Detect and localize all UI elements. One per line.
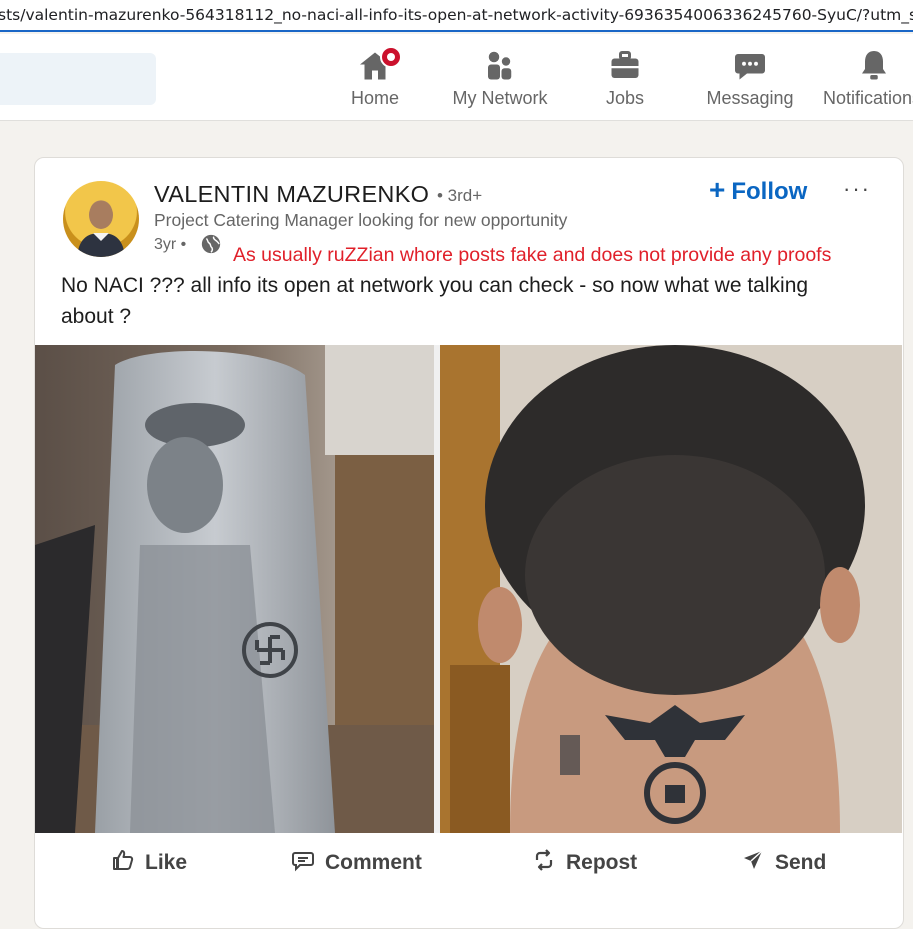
- address-bar-underline: [0, 30, 913, 32]
- nav-my-network-label: My Network: [452, 88, 548, 108]
- repost-button[interactable]: Repost: [532, 848, 637, 878]
- top-nav: Home My Network Jobs Messaging Notificat…: [0, 34, 913, 121]
- nav-item-messaging[interactable]: Messaging: [695, 48, 805, 109]
- url-text: sts/valentin-mazurenko-564318112_no-naci…: [0, 6, 913, 24]
- connection-degree: • 3rd+: [437, 186, 483, 205]
- nav-item-jobs[interactable]: Jobs: [570, 48, 680, 109]
- comment-icon: [291, 848, 315, 878]
- like-button[interactable]: Like: [111, 848, 187, 878]
- post-image-tattoo-neck[interactable]: [440, 345, 902, 833]
- repost-label: Repost: [566, 851, 638, 874]
- nav-item-home[interactable]: Home: [320, 46, 430, 109]
- post-image-tattoo-arm[interactable]: [35, 345, 434, 833]
- people-icon: [445, 48, 555, 84]
- send-label: Send: [775, 851, 827, 874]
- chat-bubble-icon: [695, 48, 805, 84]
- repost-icon: [532, 848, 556, 878]
- thumbs-up-icon: [111, 848, 135, 878]
- nav-item-my-network[interactable]: My Network: [445, 48, 555, 109]
- more-options-button[interactable]: ···: [843, 176, 871, 202]
- post-text: No NACI ??? all info its open at network…: [61, 274, 809, 328]
- nav-messaging-label: Messaging: [706, 88, 794, 108]
- send-icon: [741, 848, 765, 878]
- search-input[interactable]: [0, 53, 156, 105]
- follow-button[interactable]: + Follow: [709, 174, 807, 206]
- comment-label: Comment: [325, 851, 422, 874]
- globe-icon: [200, 233, 222, 260]
- avatar[interactable]: [63, 181, 139, 257]
- like-label: Like: [145, 851, 188, 874]
- bell-icon: [856, 48, 892, 84]
- home-icon: [320, 46, 430, 84]
- post-action-bar: Like Comment Repost Send: [35, 848, 903, 898]
- follow-label: Follow: [731, 178, 808, 205]
- author-name[interactable]: VALENTIN MAZURENKO: [154, 181, 429, 208]
- send-button[interactable]: Send: [741, 848, 826, 878]
- post-timestamp: 3yr •: [154, 236, 187, 253]
- annotation-text: As usually ruZZian whore posts fake and …: [233, 244, 832, 266]
- nav-notifications-label: Notifications: [823, 88, 913, 108]
- author-headline: Project Catering Manager looking for new…: [154, 210, 568, 230]
- post-card: VALENTIN MAZURENKO • 3rd+ Project Cateri…: [34, 157, 904, 929]
- briefcase-icon: [570, 48, 680, 84]
- nav-item-notifications[interactable]: Notifications: [820, 48, 913, 109]
- plus-icon: +: [709, 174, 726, 205]
- nav-jobs-label: Jobs: [605, 88, 645, 108]
- comment-button[interactable]: Comment: [291, 848, 422, 878]
- notification-badge: [380, 46, 402, 68]
- nav-home-label: Home: [350, 88, 399, 108]
- address-bar[interactable]: sts/valentin-mazurenko-564318112_no-naci…: [0, 0, 913, 32]
